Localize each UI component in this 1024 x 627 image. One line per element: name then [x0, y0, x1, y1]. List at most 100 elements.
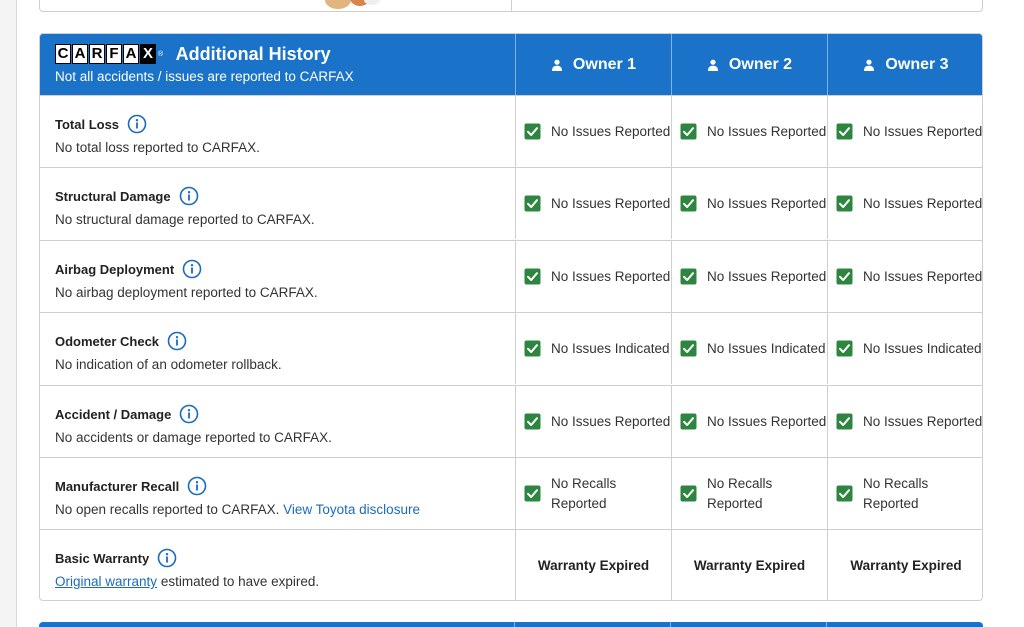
row-description: No indication of an odometer rollback. [55, 357, 282, 372]
history-row: Structural Damage No structural damage re… [40, 167, 982, 239]
status: No Recalls Reported [672, 474, 812, 514]
toyota-disclosure-link[interactable]: View Toyota disclosure [283, 502, 420, 517]
owner-2-status-cell: No Issues Reported [671, 96, 827, 167]
warranty-status: Warranty Expired [537, 558, 650, 573]
checkbox-checked-icon [680, 268, 697, 285]
row-title: Accident / Damage [55, 406, 172, 422]
owner-3-status-cell: No Issues Reported [827, 96, 982, 167]
row-title: Basic Warranty [55, 550, 150, 566]
info-icon[interactable] [179, 186, 199, 206]
status: No Issues Reported [672, 413, 826, 430]
status: No Recalls Reported [516, 474, 656, 514]
checkbox-checked-icon [836, 413, 853, 430]
status: No Issues Reported [828, 195, 982, 212]
checkbox-checked-icon [836, 123, 853, 140]
checkbox-checked-icon [524, 413, 541, 430]
status-text: No Recalls Reported [707, 475, 773, 511]
status-text: No Issues Indicated [551, 341, 670, 356]
owner-1-status-cell: No Issues Reported [515, 241, 671, 312]
checkbox-checked-icon [836, 485, 853, 502]
status: No Issues Reported [516, 413, 670, 430]
row-label: Structural Damage No structural damage re… [55, 186, 315, 227]
info-icon[interactable] [127, 114, 147, 134]
person-icon [707, 59, 718, 71]
status-text: No Issues Indicated [863, 341, 982, 356]
status: No Issues Reported [672, 123, 826, 140]
row-description-text: No structural damage reported to CARFAX. [55, 212, 315, 227]
status: No Issues Reported [828, 268, 982, 285]
row-description: No accidents or damage reported to CARFA… [55, 430, 332, 445]
owner-1-status-cell: No Issues Indicated [515, 313, 671, 384]
row-description: No structural damage reported to CARFAX. [55, 212, 315, 227]
table-header: C A R F A X ® Additional History Not all accid… [40, 34, 982, 95]
row-title-line: Manufacturer Recall [55, 476, 420, 496]
row-title: Airbag Deployment [55, 261, 175, 277]
checkbox-checked-icon [836, 195, 853, 212]
owner-1-status-cell: Warranty Expired [515, 530, 671, 600]
owner-1-status-cell: No Issues Reported [515, 386, 671, 457]
brand: C A R F A X ® Additional History [55, 43, 331, 65]
owner-3-status-cell: Warranty Expired [827, 530, 982, 600]
row-description: No airbag deployment reported to CARFAX. [55, 285, 318, 300]
info-icon[interactable] [179, 404, 199, 424]
row-description-text: No total loss reported to CARFAX. [55, 140, 260, 155]
owner-2-status-cell: No Issues Indicated [671, 313, 827, 384]
info-icon[interactable] [182, 259, 202, 279]
owner-2-status-cell: Warranty Expired [671, 530, 827, 600]
carfax-logo: C A R F A X ® [55, 43, 163, 65]
row-title-line: Total Loss [55, 114, 260, 134]
row-label: Manufacturer Recall No open recalls repor… [55, 476, 420, 517]
row-title-line: Structural Damage [55, 186, 315, 206]
history-row: Accident / Damage No accidents or damage … [40, 385, 982, 457]
status-text: No Issues Reported [551, 124, 671, 139]
checkbox-checked-icon [524, 195, 541, 212]
vehicle-image-fragment [325, 0, 380, 9]
section-subtitle: Not all accidents / issues are reported … [55, 69, 354, 84]
status: No Issues Reported [828, 123, 982, 140]
status: No Issues Indicated [516, 340, 670, 357]
status: No Issues Reported [516, 268, 670, 285]
history-row: Odometer Check No indication of an odomet… [40, 312, 982, 384]
checkbox-checked-icon [680, 195, 697, 212]
owner-label: Owner 1 [572, 55, 637, 73]
history-row: Manufacturer Recall No open recalls repor… [40, 457, 982, 529]
status: No Issues Indicated [672, 340, 826, 357]
row-description-text: No accidents or damage reported to CARFA… [55, 430, 332, 445]
status-text: No Recalls Reported [551, 475, 617, 511]
owner-1-status-cell: No Recalls Reported [515, 458, 671, 529]
row-description: No open recalls reported to CARFAX. View… [55, 502, 420, 517]
row-title-line: Odometer Check [55, 331, 282, 351]
checkbox-checked-icon [680, 340, 697, 357]
owner-1-status-cell: No Issues Reported [515, 168, 671, 239]
checkbox-checked-icon [524, 485, 541, 502]
info-icon[interactable] [187, 476, 207, 496]
owner-3-status-cell: No Issues Reported [827, 386, 982, 457]
status-text: No Issues Reported [551, 269, 671, 284]
row-description: Original warranty estimated to have expi… [55, 574, 319, 589]
status-text: No Issues Reported [707, 196, 827, 211]
checkbox-checked-icon [836, 268, 853, 285]
row-title-line: Accident / Damage [55, 404, 332, 424]
status-text: No Issues Reported [551, 196, 671, 211]
warranty-status: Warranty Expired [693, 558, 806, 573]
owner-2-status-cell: No Issues Reported [671, 168, 827, 239]
row-title-line: Airbag Deployment [55, 259, 318, 279]
info-icon[interactable] [157, 548, 177, 568]
row-description-text: No open recalls reported to CARFAX. [55, 502, 280, 517]
warranty-status: Warranty Expired [850, 558, 962, 573]
person-icon [551, 59, 562, 71]
owner-2-status-cell: No Recalls Reported [671, 458, 827, 529]
owner-1-status-cell: No Issues Reported [515, 96, 671, 167]
info-icon[interactable] [167, 331, 187, 351]
next-section-header [39, 622, 983, 627]
owner-1-header: Owner 1 [515, 34, 671, 95]
original-warranty-link[interactable]: Original warranty [55, 574, 157, 589]
owner-label: Owner 2 [728, 55, 793, 73]
previous-table-bottom [39, 0, 983, 12]
status-text: No Issues Indicated [707, 341, 826, 356]
owner-3-status-cell: No Recalls Reported [827, 458, 982, 529]
row-title: Manufacturer Recall [55, 478, 180, 494]
row-label: Total Loss No total loss reported to CARF… [55, 114, 260, 155]
checkbox-checked-icon [680, 485, 697, 502]
status-text: No Issues Reported [863, 269, 983, 284]
